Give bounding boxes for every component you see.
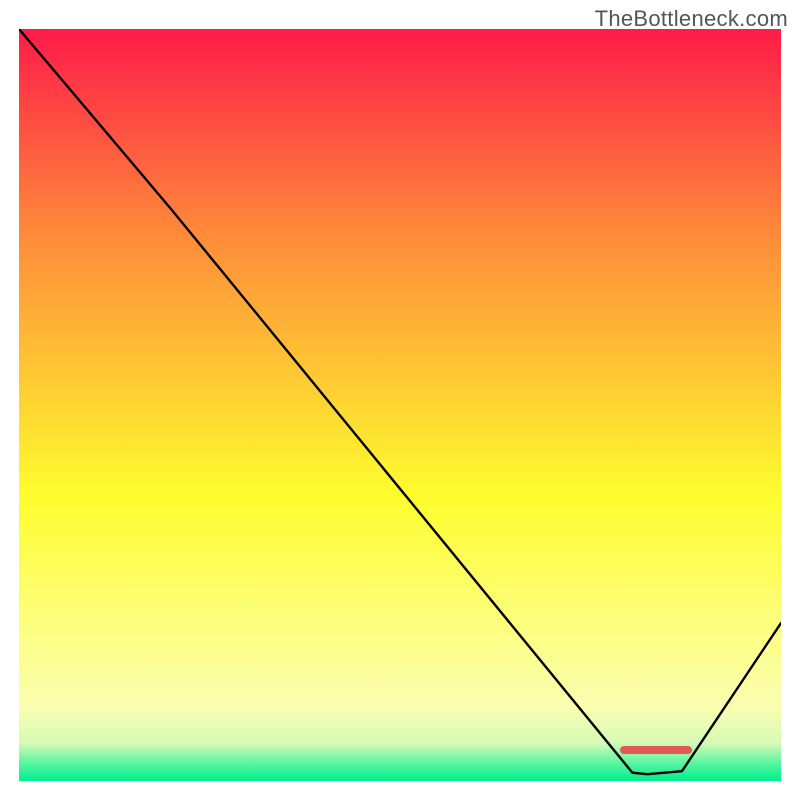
chart-svg — [19, 29, 781, 781]
chart-stage: TheBottleneck.com — [0, 0, 800, 800]
plot-area — [19, 29, 781, 781]
minimum-marker — [620, 746, 692, 754]
gradient-bg — [19, 29, 781, 781]
